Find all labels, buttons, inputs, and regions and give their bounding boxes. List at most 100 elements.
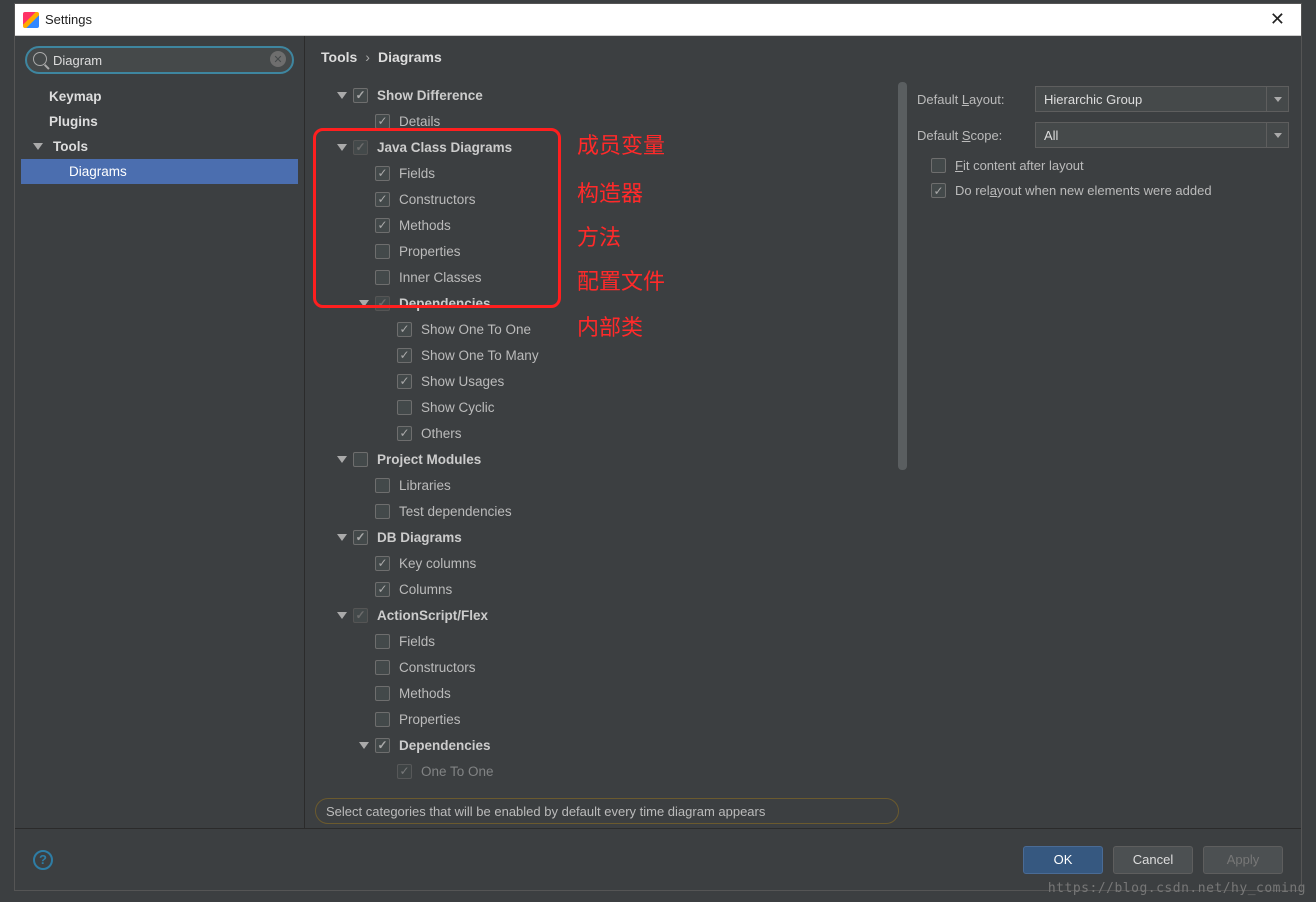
node-others[interactable]: Others [315, 420, 909, 446]
checkbox[interactable] [375, 478, 390, 493]
crumb-tools[interactable]: Tools [321, 49, 357, 65]
chevron-down-icon[interactable] [337, 612, 347, 619]
search-wrap: ✕ [25, 46, 294, 74]
checkbox[interactable] [397, 322, 412, 337]
apply-button[interactable]: Apply [1203, 846, 1283, 874]
cancel-button[interactable]: Cancel [1113, 846, 1193, 874]
node-show-one-to-one[interactable]: Show One To One [315, 316, 909, 342]
checkbox[interactable] [375, 686, 390, 701]
node-fields[interactable]: Fields [315, 160, 909, 186]
checkbox[interactable] [375, 270, 390, 285]
node-libraries[interactable]: Libraries [315, 472, 909, 498]
checkbox[interactable] [353, 608, 368, 623]
content: Show Difference Details Java Class Diagr… [305, 78, 1301, 828]
chevron-down-icon[interactable] [337, 144, 347, 151]
label: Libraries [399, 478, 451, 493]
hint-text: Select categories that will be enabled b… [326, 804, 765, 819]
node-show-one-to-many[interactable]: Show One To Many [315, 342, 909, 368]
scrollbar[interactable] [898, 82, 907, 470]
chevron-down-icon[interactable] [359, 300, 369, 307]
chevron-down-icon[interactable] [359, 742, 369, 749]
breadcrumb: Tools › Diagrams [305, 36, 1301, 78]
nav-tools[interactable]: Tools [21, 134, 298, 159]
select-value: Hierarchic Group [1044, 92, 1142, 107]
checkbox[interactable] [375, 504, 390, 519]
checkbox[interactable] [397, 374, 412, 389]
label: Test dependencies [399, 504, 512, 519]
search-input[interactable] [25, 46, 294, 74]
row-relayout[interactable]: Do relayout when new elements were added [917, 183, 1289, 198]
checkbox[interactable] [375, 738, 390, 753]
tree-pane: Show Difference Details Java Class Diagr… [305, 78, 909, 828]
checkbox[interactable] [375, 218, 390, 233]
nav-diagrams[interactable]: Diagrams [21, 159, 298, 184]
node-show-usages[interactable]: Show Usages [315, 368, 909, 394]
checkbox[interactable] [353, 452, 368, 467]
node-as-dependencies[interactable]: Dependencies [315, 732, 909, 758]
node-methods[interactable]: Methods [315, 212, 909, 238]
label: Show One To One [421, 322, 531, 337]
label: ActionScript/Flex [377, 608, 488, 623]
checkbox[interactable] [375, 556, 390, 571]
node-properties[interactable]: Properties [315, 238, 909, 264]
checkbox[interactable] [375, 660, 390, 675]
checkbox[interactable] [397, 426, 412, 441]
checkbox[interactable] [375, 582, 390, 597]
label: Dependencies [399, 296, 491, 311]
clear-search-icon[interactable]: ✕ [270, 51, 286, 67]
node-inner-classes[interactable]: Inner Classes [315, 264, 909, 290]
node-show-difference[interactable]: Show Difference [315, 82, 909, 108]
breadcrumb-separator-icon: › [365, 49, 370, 65]
node-key-columns[interactable]: Key columns [315, 550, 909, 576]
node-details[interactable]: Details [315, 108, 909, 134]
node-as-constructors[interactable]: Constructors [315, 654, 909, 680]
button-bar: OK Cancel Apply [1023, 846, 1283, 874]
row-fit-content[interactable]: Fit content after layout [917, 158, 1289, 173]
checkbox[interactable] [353, 140, 368, 155]
checkbox[interactable] [397, 400, 412, 415]
close-icon[interactable]: ✕ [1262, 5, 1293, 34]
checkbox[interactable] [397, 348, 412, 363]
node-actionscript-flex[interactable]: ActionScript/Flex [315, 602, 909, 628]
chevron-down-icon[interactable] [337, 92, 347, 99]
node-constructors[interactable]: Constructors [315, 186, 909, 212]
nav-plugins[interactable]: Plugins [21, 109, 298, 134]
default-layout-select[interactable]: Hierarchic Group [1035, 86, 1289, 112]
checkbox[interactable] [375, 296, 390, 311]
checkbox[interactable] [397, 764, 412, 779]
checkbox[interactable] [375, 114, 390, 129]
checkbox[interactable] [353, 88, 368, 103]
node-project-modules[interactable]: Project Modules [315, 446, 909, 472]
checkbox[interactable] [353, 530, 368, 545]
label: Dependencies [399, 738, 491, 753]
chevron-down-icon [33, 143, 43, 150]
node-java-class-diagrams[interactable]: Java Class Diagrams [315, 134, 909, 160]
help-icon[interactable]: ? [33, 850, 53, 870]
checkbox[interactable] [375, 166, 390, 181]
settings-window: Settings ✕ ✕ Keymap Plugins Tools Diagra… [14, 3, 1302, 891]
row-default-scope: Default Scope: All [917, 122, 1289, 148]
checkbox-fit-content[interactable] [931, 158, 946, 173]
node-db-diagrams[interactable]: DB Diagrams [315, 524, 909, 550]
checkbox[interactable] [375, 712, 390, 727]
node-as-fields[interactable]: Fields [315, 628, 909, 654]
checkbox[interactable] [375, 244, 390, 259]
node-as-methods[interactable]: Methods [315, 680, 909, 706]
node-dependencies[interactable]: Dependencies [315, 290, 909, 316]
crumb-diagrams: Diagrams [378, 49, 442, 65]
ok-button[interactable]: OK [1023, 846, 1103, 874]
node-test-dependencies[interactable]: Test dependencies [315, 498, 909, 524]
checkbox-relayout[interactable] [931, 183, 946, 198]
checkbox[interactable] [375, 634, 390, 649]
main: Tools › Diagrams Show Difference Details… [305, 36, 1301, 828]
label: Inner Classes [399, 270, 482, 285]
nav-keymap[interactable]: Keymap [21, 84, 298, 109]
chevron-down-icon[interactable] [337, 534, 347, 541]
chevron-down-icon[interactable] [337, 456, 347, 463]
node-as-properties[interactable]: Properties [315, 706, 909, 732]
node-columns[interactable]: Columns [315, 576, 909, 602]
checkbox[interactable] [375, 192, 390, 207]
node-as-one-to-one[interactable]: One To One [315, 758, 909, 784]
node-show-cyclic[interactable]: Show Cyclic [315, 394, 909, 420]
default-scope-select[interactable]: All [1035, 122, 1289, 148]
